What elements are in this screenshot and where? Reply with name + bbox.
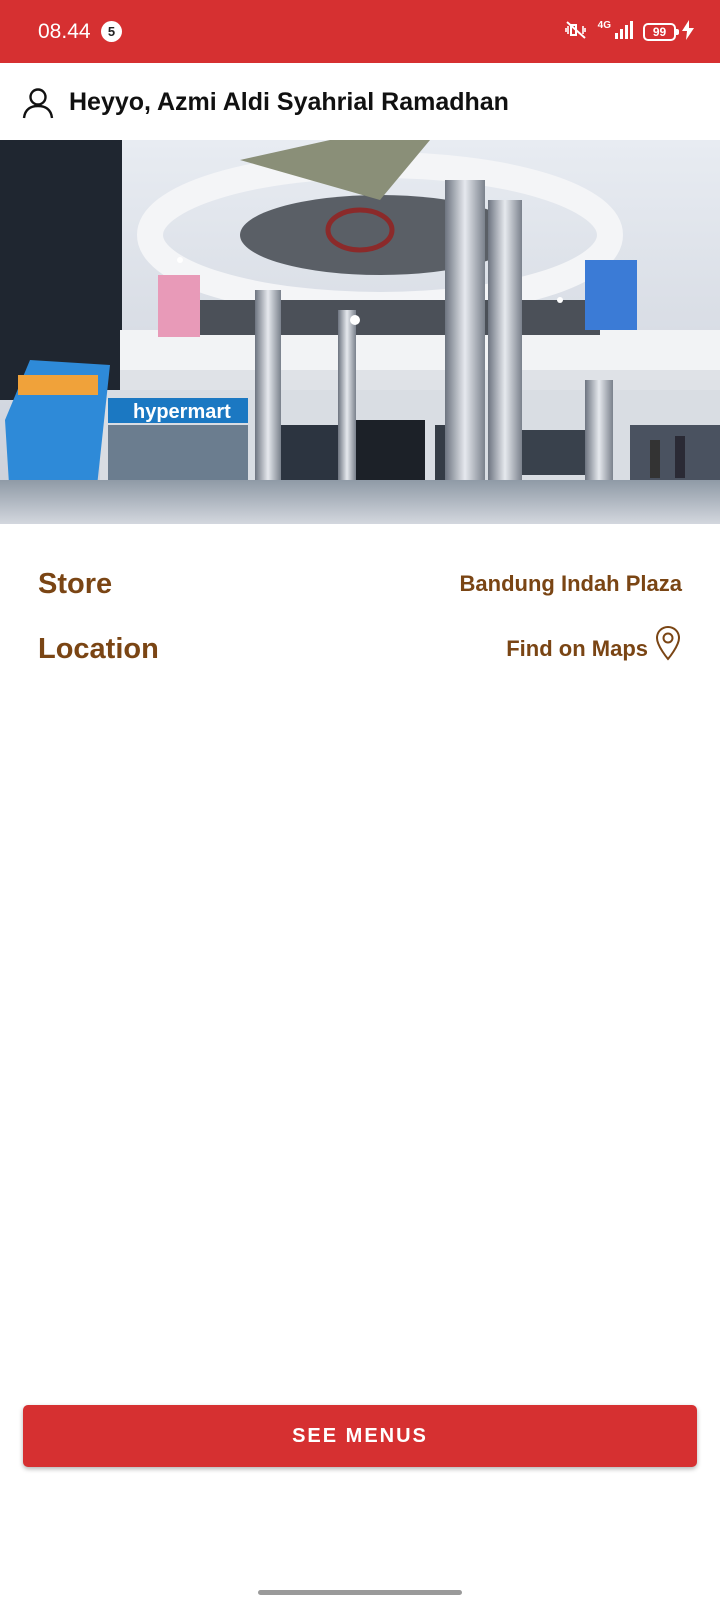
find-on-maps-label[interactable]: Find on Maps — [506, 636, 648, 662]
location-row: Location Find on Maps — [38, 625, 682, 671]
status-bar: 08.44 5 4G 99 — [0, 0, 720, 63]
store-row: Store Bandung Indah Plaza — [38, 562, 682, 606]
battery-icon: 99 — [643, 23, 679, 41]
app-header: Heyyo, Azmi Aldi Syahrial Ramadhan — [0, 63, 720, 140]
see-menus-button[interactable]: SEE MENUS — [23, 1405, 697, 1467]
charging-icon — [682, 20, 694, 45]
find-on-maps-link[interactable]: Find on Maps — [506, 625, 682, 670]
greeting-text: Heyyo, Azmi Aldi Syahrial Ramadhan — [69, 88, 509, 116]
status-time: 08.44 — [38, 20, 91, 43]
hypermart-sign: hypermart — [133, 401, 231, 423]
status-icons: 4G 99 — [563, 19, 679, 45]
store-name: Bandung Indah Plaza — [459, 571, 682, 596]
network-type-label: 4G — [597, 19, 611, 31]
location-label: Location — [38, 632, 159, 665]
signal-icon — [614, 20, 634, 44]
user-icon[interactable] — [22, 87, 54, 124]
home-indicator[interactable] — [258, 1590, 462, 1595]
map-pin-icon[interactable] — [654, 625, 682, 667]
store-label: Store — [38, 567, 113, 600]
notification-count-badge: 5 — [101, 21, 122, 42]
mute-icon — [563, 20, 589, 45]
store-photo: hypermart — [0, 140, 720, 524]
